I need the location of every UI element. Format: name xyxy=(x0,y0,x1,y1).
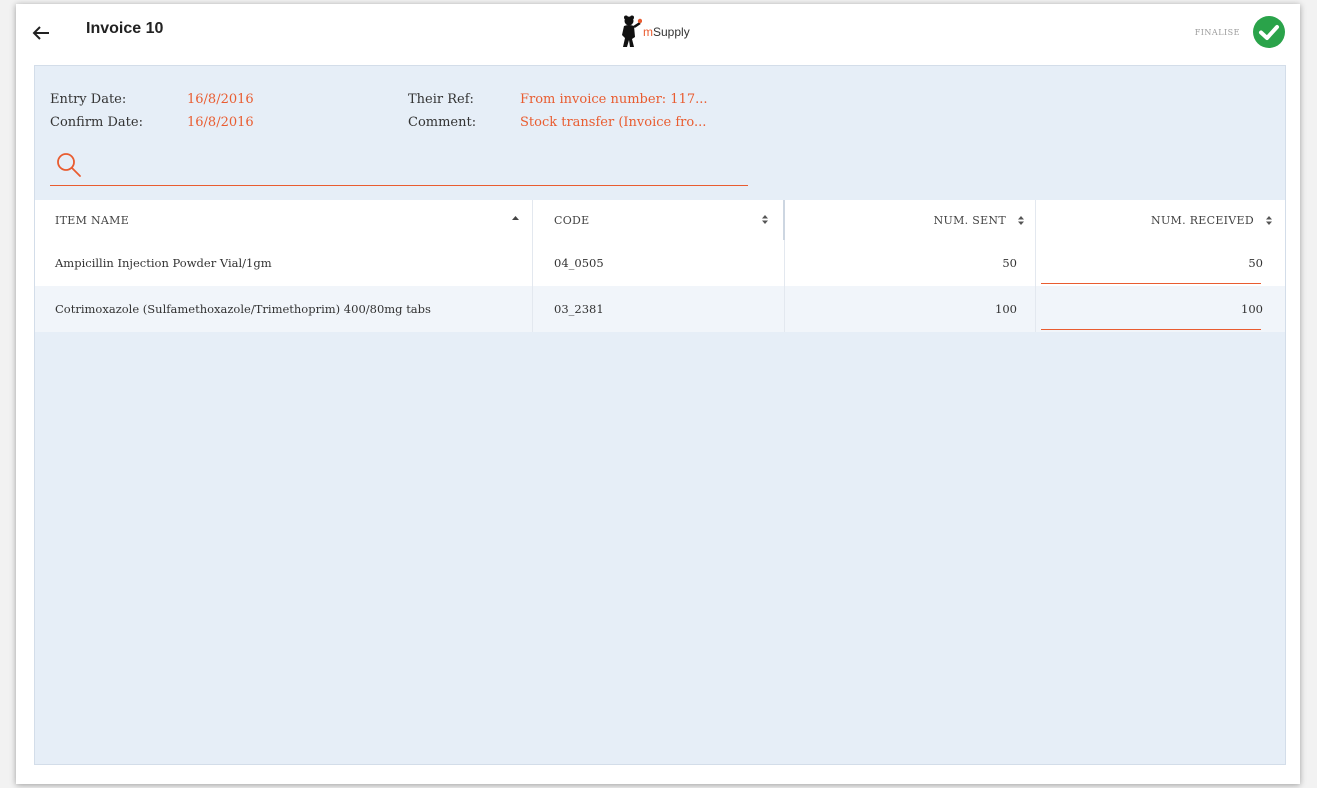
column-header-num-sent[interactable]: NUM. SENT xyxy=(786,200,1036,240)
item-name-cell: Ampicillin Injection Powder Vial/1gm xyxy=(35,240,533,286)
table-header-row: ITEM NAME CODE NUM. SENT NUM. RECEIVED xyxy=(35,200,1285,240)
sort-icon xyxy=(1266,215,1272,225)
invoice-panel: Entry Date: 16/8/2016 Confirm Date: 16/8… xyxy=(34,65,1286,765)
checkmark-circle-icon xyxy=(1253,16,1285,48)
input-underline xyxy=(1041,328,1261,330)
column-header-label: NUM. SENT xyxy=(933,213,1006,227)
comment-label: Comment: xyxy=(408,115,477,130)
header-bar: Invoice 10 mSupply FINALISE xyxy=(16,4,1300,62)
msupply-logo: mSupply xyxy=(620,12,690,52)
confirm-date-value[interactable]: 16/8/2016 xyxy=(187,112,254,133)
finalise-label: FINALISE xyxy=(1194,27,1240,37)
column-header-label: CODE xyxy=(554,213,590,227)
entry-date-value[interactable]: 16/8/2016 xyxy=(187,89,254,110)
their-ref-value[interactable]: From invoice number: 117... xyxy=(520,89,708,110)
num-received-input[interactable]: 50 xyxy=(1036,240,1285,286)
code-cell: 03_2381 xyxy=(534,286,785,332)
finalise-button[interactable]: FINALISE xyxy=(1195,15,1286,49)
msupply-mascot-icon xyxy=(622,15,642,47)
entry-date-label: Entry Date: xyxy=(50,92,127,107)
input-underline xyxy=(1041,282,1261,284)
column-header-num-received[interactable]: NUM. RECEIVED xyxy=(1036,200,1285,240)
num-sent-cell: 100 xyxy=(786,286,1036,332)
back-arrow-icon xyxy=(32,26,49,40)
column-header-code[interactable]: CODE xyxy=(534,200,785,240)
search-icon xyxy=(57,153,81,177)
column-header-item-name[interactable]: ITEM NAME xyxy=(35,200,533,240)
app-window: Invoice 10 mSupply FINALISE Entry Date: … xyxy=(16,4,1300,784)
num-sent-cell: 50 xyxy=(786,240,1036,286)
column-header-label: ITEM NAME xyxy=(55,213,130,227)
code-cell: 04_0505 xyxy=(534,240,785,286)
table-row[interactable]: Cotrimoxazole (Sulfamethoxazole/Trimetho… xyxy=(35,286,1285,332)
num-received-value: 100 xyxy=(1241,302,1263,316)
column-header-label: NUM. RECEIVED xyxy=(1151,213,1254,227)
table-row[interactable]: Ampicillin Injection Powder Vial/1gm 04_… xyxy=(35,240,1285,286)
page-title: Invoice 10 xyxy=(86,20,164,37)
search-input[interactable] xyxy=(90,152,740,180)
their-ref-label: Their Ref: xyxy=(408,92,474,107)
sort-ascending-icon xyxy=(512,216,519,220)
num-received-value: 50 xyxy=(1248,256,1263,270)
search-bar[interactable] xyxy=(50,148,748,186)
sort-icon xyxy=(1018,215,1024,225)
sort-icon xyxy=(762,215,768,224)
comment-value[interactable]: Stock transfer (Invoice fro... xyxy=(520,112,706,133)
num-received-input[interactable]: 100 xyxy=(1036,286,1285,332)
msupply-logo-text: mSupply xyxy=(643,25,690,39)
confirm-date-label: Confirm Date: xyxy=(50,115,143,130)
back-button[interactable] xyxy=(26,18,56,48)
item-name-cell: Cotrimoxazole (Sulfamethoxazole/Trimetho… xyxy=(35,286,533,332)
invoice-items-table: ITEM NAME CODE NUM. SENT NUM. RECEIVED A… xyxy=(35,200,1285,332)
